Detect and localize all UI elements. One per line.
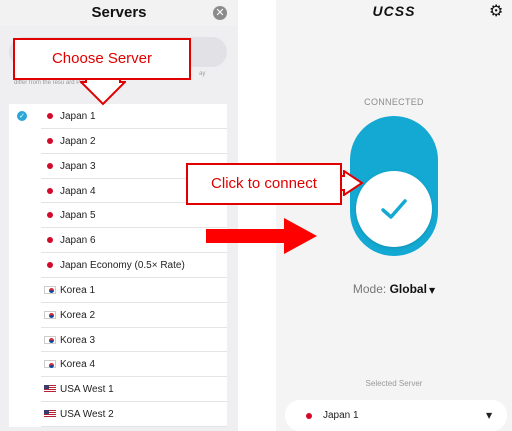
server-row-japan-6[interactable]: Japan 6 <box>9 228 227 254</box>
server-name: Japan 5 <box>60 210 96 222</box>
server-row-usa-west-1[interactable]: USA West 1 <box>9 377 227 403</box>
toggle-knob[interactable] <box>356 171 432 247</box>
server-name: Japan 4 <box>60 185 96 197</box>
hint-line-1: ay <box>199 71 206 77</box>
check-icon <box>381 199 407 219</box>
server-name: Japan Economy (0.5× Rate) <box>60 260 185 272</box>
selected-server-dropdown[interactable]: Japan 1 ▼ <box>285 400 507 431</box>
big-red-arrow-icon <box>206 218 317 254</box>
selected-server-name: Japan 1 <box>323 410 359 421</box>
server-name: USA West 2 <box>60 409 114 421</box>
mode-label: Mode: <box>352 282 387 296</box>
japan-flag-icon <box>44 186 56 195</box>
server-name: Korea 2 <box>60 309 96 321</box>
japan-flag-icon <box>44 136 56 145</box>
chevron-down-icon: ▼ <box>428 286 436 295</box>
server-name: Korea 4 <box>60 359 96 371</box>
server-list: ✓ Japan 1 Japan 2 Japan 3 Japan 4 Japan … <box>9 104 227 427</box>
korea-flag-icon <box>44 285 56 294</box>
server-row-japan-2[interactable]: Japan 2 <box>9 128 227 154</box>
server-name: Japan 1 <box>60 111 96 122</box>
japan-flag-icon <box>44 112 56 120</box>
row-divider <box>41 425 227 427</box>
server-row-korea-2[interactable]: Korea 2 <box>9 302 227 328</box>
selected-server-label: Selected Server <box>365 379 423 388</box>
server-row-usa-west-2[interactable]: USA West 2 <box>9 402 227 427</box>
japan-flag-icon <box>44 236 56 245</box>
servers-header: Servers ✕ <box>0 0 238 26</box>
server-row-korea-1[interactable]: Korea 1 <box>9 277 227 303</box>
server-row-japan-5[interactable]: Japan 5 <box>9 203 227 229</box>
server-name: USA West 1 <box>60 384 114 396</box>
connection-status: CONNECTED <box>364 97 424 107</box>
japan-flag-icon <box>44 261 56 270</box>
choose-server-arrow <box>80 76 126 106</box>
click-to-connect-callout: Click to connect <box>186 163 342 205</box>
japan-flag-icon <box>44 211 56 220</box>
japan-flag-icon <box>44 161 56 170</box>
gear-icon[interactable]: ⚙ <box>489 1 503 20</box>
servers-title: Servers <box>91 4 147 21</box>
server-name: Korea 3 <box>60 334 96 346</box>
server-row-japan-1[interactable]: ✓ Japan 1 <box>9 104 227 129</box>
connection-panel: UCSS ⚙ CONNECTED Mode: Global ▼ Selected … <box>276 0 512 431</box>
server-name: Japan 2 <box>60 135 96 147</box>
close-icon[interactable]: ✕ <box>213 6 227 20</box>
app-brand: UCSS <box>372 3 416 19</box>
choose-server-callout: Choose Server <box>13 38 191 80</box>
korea-flag-icon <box>44 360 56 369</box>
check-icon: ✓ <box>17 111 27 121</box>
server-row-korea-3[interactable]: Korea 3 <box>9 327 227 353</box>
server-row-korea-4[interactable]: Korea 4 <box>9 352 227 378</box>
mode-value: Global <box>389 282 427 296</box>
korea-flag-icon <box>44 310 56 319</box>
server-name: Korea 1 <box>60 284 96 296</box>
chevron-down-icon: ▼ <box>486 411 493 420</box>
usa-flag-icon <box>44 385 56 394</box>
mode-selector[interactable]: Mode: Global ▼ <box>276 282 512 296</box>
server-name: Japan 3 <box>60 160 96 172</box>
server-name: Japan 6 <box>60 235 96 247</box>
server-row-japan-economy[interactable]: Japan Economy (0.5× Rate) <box>9 253 227 278</box>
korea-flag-icon <box>44 335 56 344</box>
japan-flag-icon <box>303 412 315 420</box>
usa-flag-icon <box>44 410 56 419</box>
